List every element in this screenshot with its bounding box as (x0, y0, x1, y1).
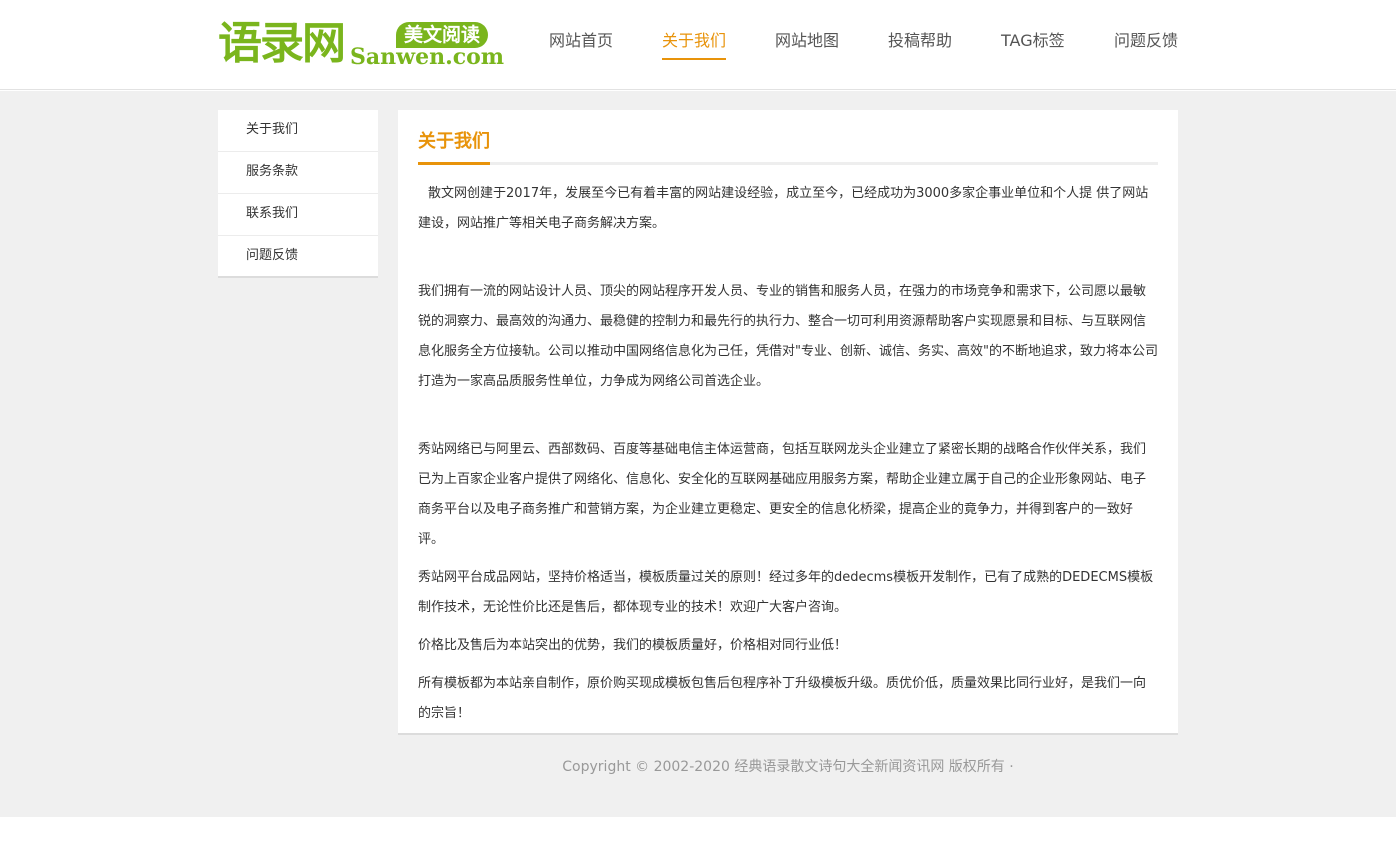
logo-chinese-text: 语录网 (218, 18, 346, 69)
article-paragraph: 秀站网平台成品网站，坚持价格适当，模板质量过关的原则！经过多年的dedecms模… (418, 570, 1154, 615)
nav-item-about[interactable]: 关于我们 (662, 28, 727, 60)
sidebar-item-terms[interactable]: 服务条款 (218, 152, 378, 194)
nav-item-submit-help[interactable]: 投稿帮助 (888, 28, 952, 60)
nav-item-tags[interactable]: TAG标签 (1001, 28, 1065, 60)
article-paragraph: 价格比及售后为本站突出的优势，我们的模板质量好，价格相对同行业低！ (418, 638, 848, 653)
footer-copyright: Copyright © 2002-2020 经典语录散文诗句大全新闻资讯网 版权… (562, 759, 1014, 775)
main-nav: 网站首页 关于我们 网站地图 投稿帮助 TAG标签 问题反馈 (520, 28, 1180, 62)
article-paragraph: 散文网创建于2017年，发展至今已有着丰富的网站建设经验，成立至今，已经成功为3… (418, 186, 1149, 231)
site-header: 语录网 美文阅读 Sanwen.com 网站首页 关于我们 网站地图 投稿帮助 … (0, 0, 1396, 90)
article-paragraph: 秀站网络已与阿里云、西部数码、百度等基础电信主体运营商，包括互联网龙头企业建立了… (418, 442, 1147, 547)
content-panel: 关于我们 散文网创建于2017年，发展至今已有着丰富的网站建设经验，成立至今，已… (398, 110, 1178, 735)
site-logo[interactable]: 语录网 美文阅读 Sanwen.com (218, 18, 504, 71)
sidebar-item-contact[interactable]: 联系我们 (218, 194, 378, 236)
sidebar-item-about[interactable]: 关于我们 (218, 110, 378, 152)
content-title-bar: 关于我们 (418, 110, 1158, 165)
article-body: 散文网创建于2017年，发展至今已有着丰富的网站建设经验，成立至今，已经成功为3… (418, 165, 1158, 729)
nav-item-feedback[interactable]: 问题反馈 (1114, 28, 1178, 60)
nav-item-home[interactable]: 网站首页 (549, 28, 613, 60)
sidebar: 关于我们 服务条款 联系我们 问题反馈 (218, 110, 378, 278)
article-paragraph: 我们拥有一流的网站设计人员、顶尖的网站程序开发人员、专业的销售和服务人员，在强力… (418, 284, 1158, 389)
sidebar-item-feedback[interactable]: 问题反馈 (218, 236, 378, 278)
logo-english-text: Sanwen.com (350, 44, 505, 70)
title-underline (418, 162, 490, 165)
article-paragraph: 所有模板都为本站亲自制作，原价购买现成模板包售后包程序补丁升级模板升级。质优价低… (418, 676, 1147, 721)
nav-item-sitemap[interactable]: 网站地图 (775, 28, 839, 60)
page-bottom (0, 817, 1396, 842)
page-title: 关于我们 (418, 131, 490, 152)
